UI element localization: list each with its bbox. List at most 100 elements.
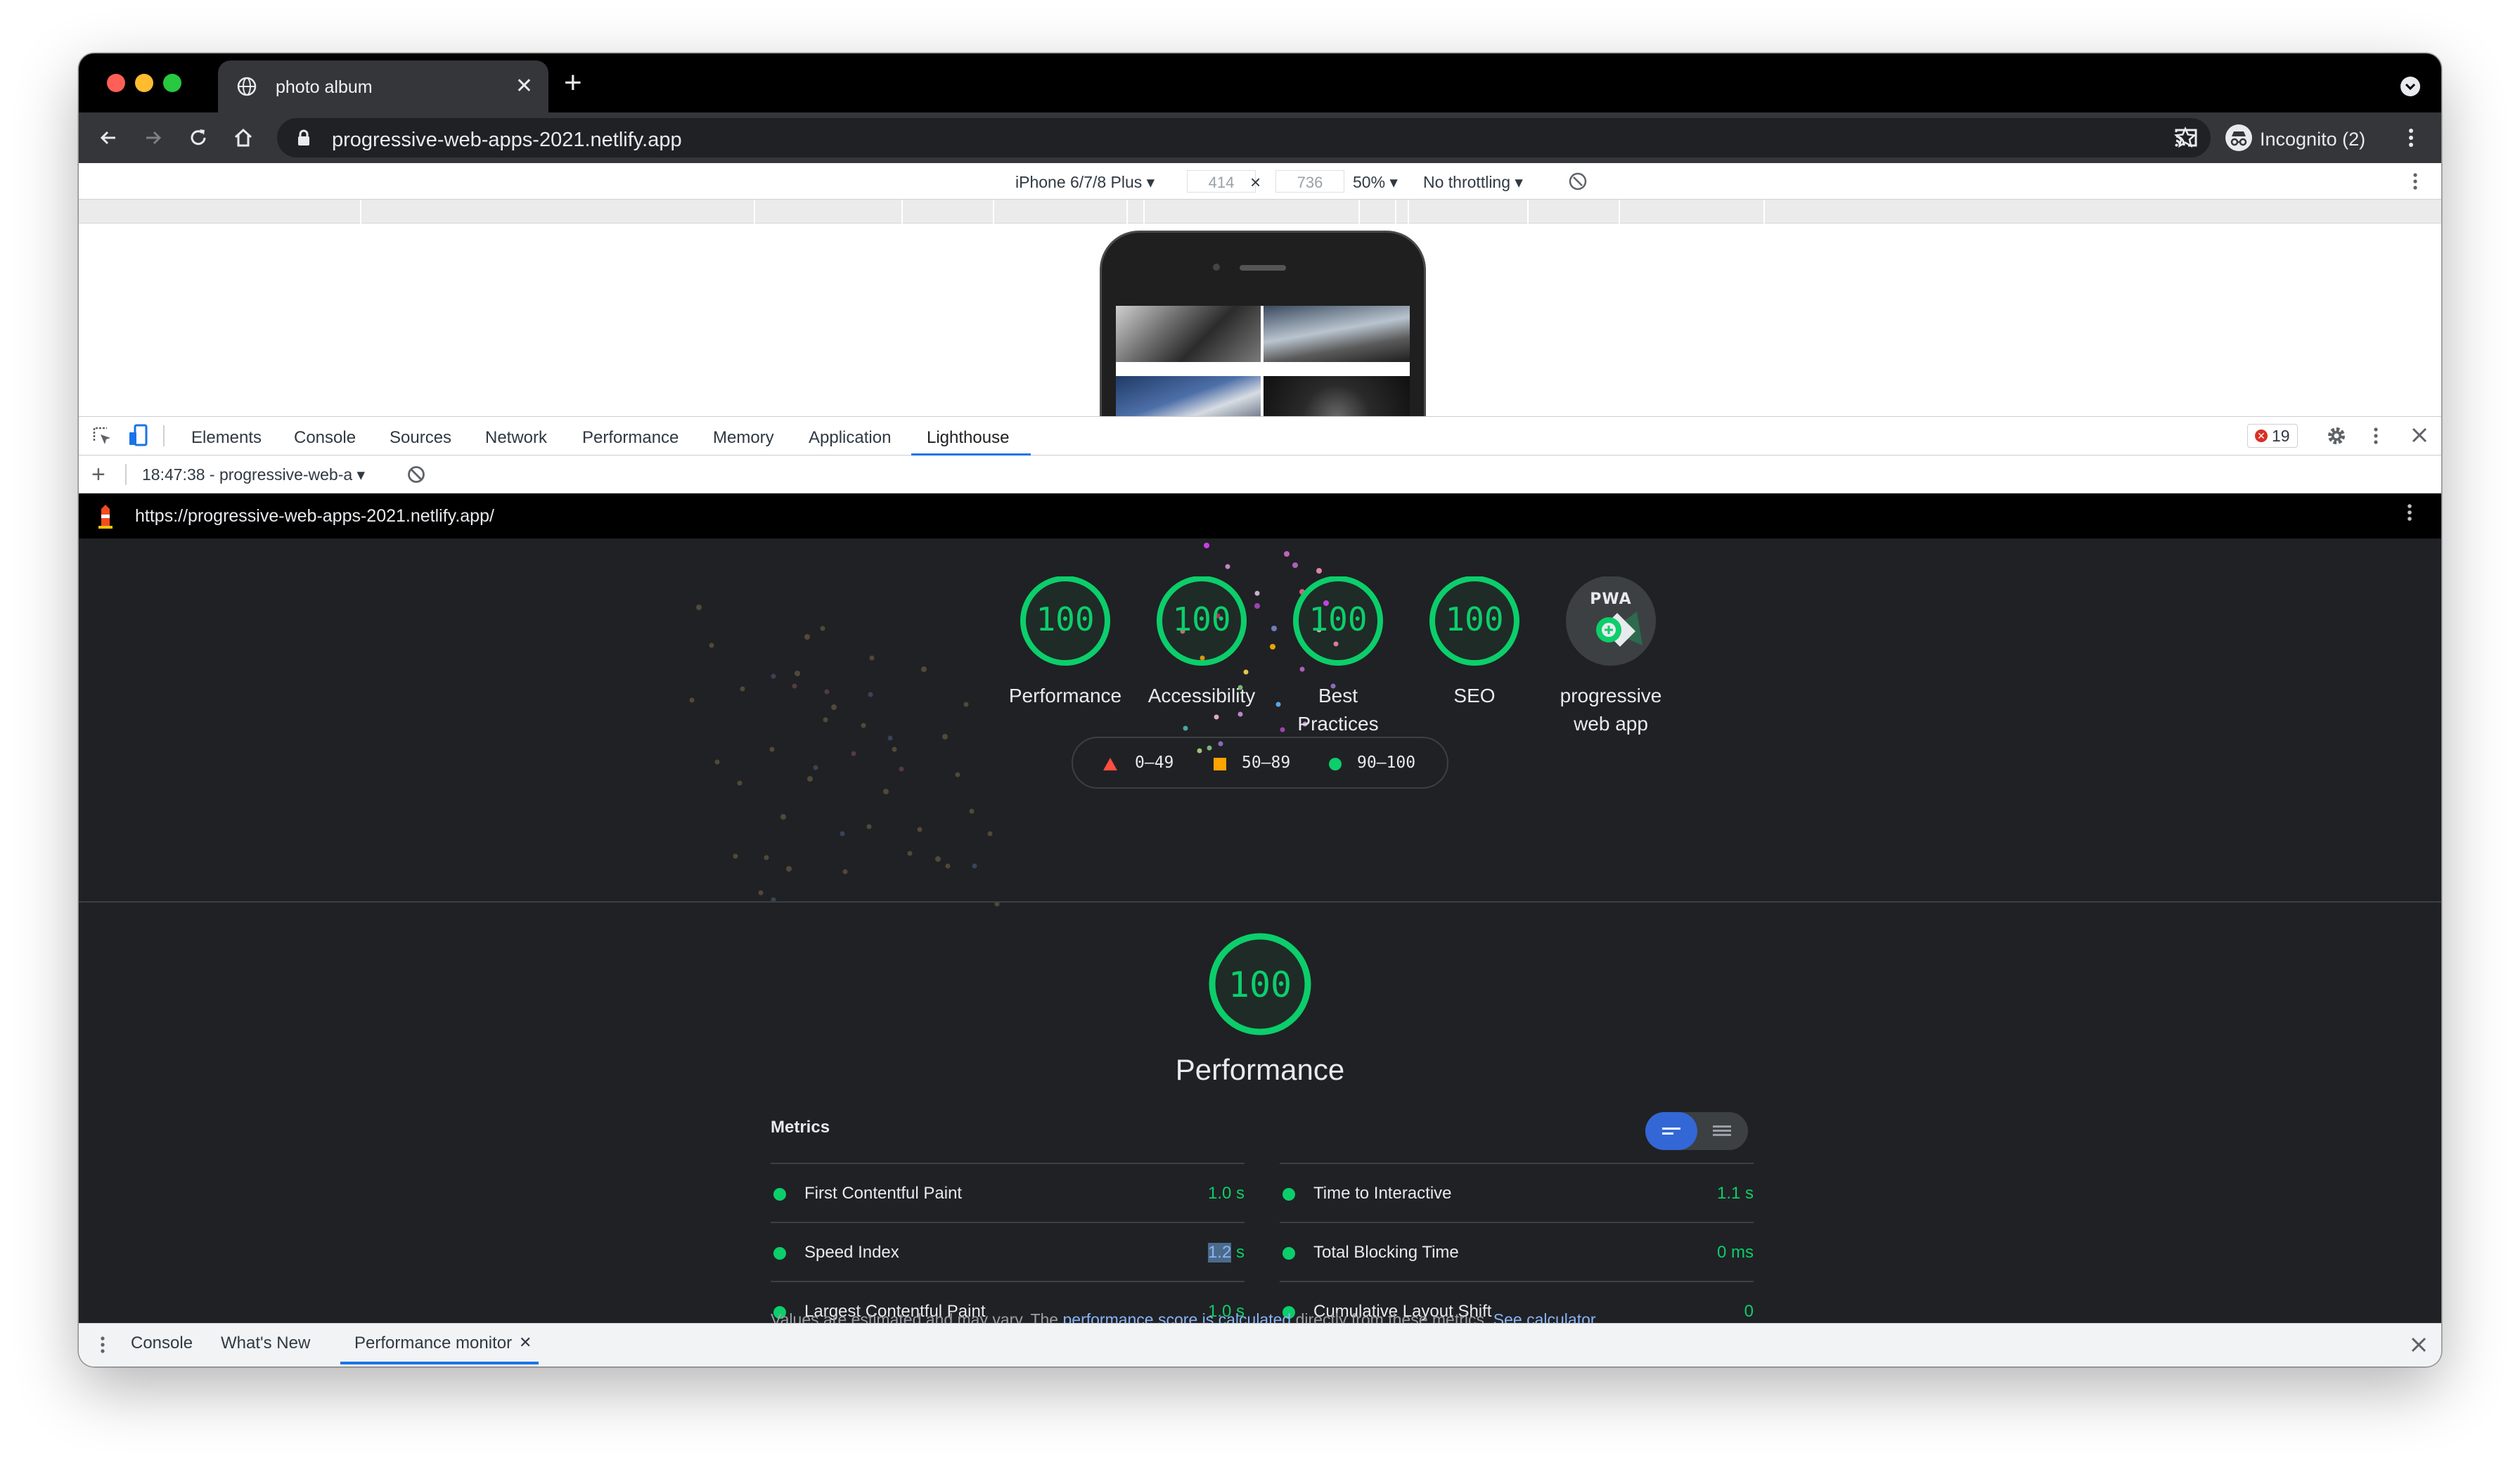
new-report-button[interactable]: + bbox=[91, 463, 105, 486]
gauge-best-practices[interactable]: 100 Best Practices bbox=[1271, 576, 1405, 735]
media-query-bar[interactable] bbox=[79, 200, 2441, 224]
device-select[interactable]: iPhone 6/7/8 Plus ▾ bbox=[1015, 173, 1155, 192]
tab-performance[interactable]: Performance bbox=[582, 428, 679, 448]
gauge-score: 100 bbox=[1172, 600, 1231, 638]
metric-value[interactable]: 1.2 s bbox=[1207, 1243, 1245, 1263]
gauge-label: SEO bbox=[1453, 685, 1496, 706]
reload-icon[interactable] bbox=[187, 127, 210, 149]
metric-name: Time to Interactive bbox=[1313, 1184, 1452, 1203]
footnote-text: Values are estimated and may vary. The bbox=[771, 1310, 1063, 1323]
settings-gear-icon[interactable] bbox=[2326, 425, 2347, 446]
tab-search-icon[interactable] bbox=[2400, 77, 2420, 96]
selected-text: 1.2 bbox=[1207, 1243, 1232, 1263]
metrics-view-toggle[interactable] bbox=[1645, 1112, 1748, 1150]
performance-title: Performance bbox=[1175, 1053, 1345, 1086]
tab-memory[interactable]: Memory bbox=[713, 428, 774, 448]
close-devtools-icon[interactable] bbox=[2410, 426, 2429, 444]
average-square-icon bbox=[1214, 758, 1226, 770]
rotate-icon[interactable] bbox=[1568, 172, 1588, 191]
drawer-tab-performance-monitor[interactable]: Performance monitor bbox=[354, 1334, 512, 1353]
metrics-footnote: Values are estimated and may vary. The p… bbox=[771, 1310, 1600, 1323]
drawer-tab-whats-new[interactable]: What's New bbox=[221, 1334, 310, 1353]
browser-tab[interactable]: photo album ✕ bbox=[218, 60, 548, 112]
close-window-button[interactable] bbox=[107, 74, 125, 92]
close-drawer-tab-icon[interactable]: ✕ bbox=[519, 1334, 532, 1352]
close-drawer-icon[interactable] bbox=[2410, 1336, 2427, 1353]
photo-thumbnail[interactable] bbox=[1116, 306, 1261, 362]
pass-circle-icon bbox=[1282, 1188, 1295, 1201]
error-count-badge[interactable]: ✕ 19 bbox=[2247, 424, 2298, 448]
browser-menu-icon[interactable] bbox=[2408, 127, 2415, 149]
metric-name: First Contentful Paint bbox=[804, 1184, 963, 1203]
device-toggle-icon[interactable] bbox=[128, 424, 149, 448]
gauge-accessibility[interactable]: 100 Accessibility bbox=[1135, 576, 1268, 706]
cast-icon[interactable] bbox=[2174, 127, 2198, 149]
section-divider bbox=[79, 901, 2441, 903]
expanded-list-icon[interactable] bbox=[1711, 1123, 1732, 1139]
score-calculated-link[interactable]: performance score is calculated bbox=[1062, 1310, 1291, 1323]
compact-view-button[interactable] bbox=[1645, 1112, 1697, 1150]
browser-window: photo album ✕ + progressive-web-apps-202… bbox=[79, 53, 2441, 1367]
drawer-menu-icon[interactable] bbox=[100, 1335, 105, 1355]
lighthouse-logo-icon bbox=[96, 503, 115, 529]
performance-score: 100 bbox=[1228, 964, 1292, 1005]
pass-circle-icon bbox=[773, 1247, 786, 1260]
metric-name: Total Blocking Time bbox=[1313, 1243, 1459, 1262]
tab-sources[interactable]: Sources bbox=[390, 428, 451, 448]
zoom-value: 50% bbox=[1353, 173, 1386, 191]
metric-value: 0 bbox=[1744, 1302, 1754, 1321]
report-select[interactable]: 18:47:38 - progressive-web-a ▾ bbox=[142, 465, 365, 484]
gauge-pwa[interactable]: PWA progressive web app bbox=[1544, 576, 1678, 735]
gauge-label: Best Practices bbox=[1297, 685, 1379, 735]
home-icon[interactable] bbox=[232, 127, 255, 149]
address-bar[interactable]: progressive-web-apps-2021.netlify.app bbox=[277, 118, 2211, 157]
new-tab-button[interactable]: + bbox=[564, 67, 582, 98]
report-topbar: https://progressive-web-apps-2021.netlif… bbox=[79, 493, 2441, 538]
error-count: 19 bbox=[2272, 427, 2290, 445]
metric-value: 0 ms bbox=[1716, 1243, 1754, 1262]
clear-reports-icon[interactable] bbox=[406, 465, 426, 484]
footnote-text: directly from these metrics. bbox=[1291, 1310, 1493, 1323]
device-viewport bbox=[79, 224, 2441, 437]
legend-average-range: 50–89 bbox=[1242, 754, 1291, 772]
devtools-tab-bar: Elements Console Sources Network Perform… bbox=[79, 416, 2441, 456]
forward-icon[interactable] bbox=[142, 127, 165, 149]
gauge-score: 100 bbox=[1036, 600, 1095, 638]
legend-fail-range: 0–49 bbox=[1135, 754, 1174, 772]
zoom-select[interactable]: 50% ▾ bbox=[1353, 173, 1398, 192]
tab-elements[interactable]: Elements bbox=[191, 428, 262, 448]
report-tools-menu-icon[interactable] bbox=[2406, 502, 2413, 523]
photo-thumbnail[interactable] bbox=[1264, 306, 1410, 362]
drawer-tab-console[interactable]: Console bbox=[131, 1334, 193, 1353]
viewport-height-input[interactable]: 736 bbox=[1275, 170, 1344, 193]
minimize-window-button[interactable] bbox=[135, 74, 153, 92]
tab-console[interactable]: Console bbox=[294, 428, 356, 448]
device-name: iPhone 6/7/8 Plus bbox=[1015, 173, 1143, 191]
lock-icon[interactable] bbox=[297, 129, 311, 146]
device-toolbar-menu-icon[interactable] bbox=[2412, 172, 2419, 191]
pass-circle-icon bbox=[773, 1188, 786, 1201]
metrics-heading: Metrics bbox=[771, 1118, 830, 1137]
tab-lighthouse[interactable]: Lighthouse bbox=[927, 428, 1009, 448]
globe-icon bbox=[236, 76, 257, 97]
tab-application[interactable]: Application bbox=[809, 428, 891, 448]
back-icon[interactable] bbox=[97, 127, 120, 149]
gauge-seo[interactable]: 100 SEO bbox=[1408, 576, 1541, 706]
devtools-menu-icon[interactable] bbox=[2372, 425, 2379, 446]
gauge-performance[interactable]: 100 Performance bbox=[998, 576, 1132, 706]
metric-row-first-contentful-paint: First Contentful Paint 1.0 s bbox=[771, 1163, 1245, 1222]
metric-value: 1.1 s bbox=[1716, 1184, 1754, 1203]
see-calculator-link[interactable]: See calculator. bbox=[1493, 1310, 1600, 1323]
gauge-label: Accessibility bbox=[1148, 685, 1256, 706]
throttling-select[interactable]: No throttling ▾ bbox=[1423, 173, 1523, 192]
tab-network[interactable]: Network bbox=[485, 428, 547, 448]
close-tab-icon[interactable]: ✕ bbox=[515, 76, 533, 97]
incognito-label: Incognito (2) bbox=[2260, 129, 2366, 150]
pass-circle-icon bbox=[1329, 758, 1342, 770]
viewport-width-input[interactable]: 414 bbox=[1187, 170, 1256, 193]
pwa-badge-text: PWA bbox=[1590, 590, 1632, 608]
incognito-profile-button[interactable]: Incognito (2) bbox=[2216, 120, 2378, 156]
zoom-window-button[interactable] bbox=[163, 74, 181, 92]
active-drawer-tab-indicator bbox=[340, 1362, 539, 1364]
inspect-element-icon[interactable] bbox=[91, 425, 112, 446]
